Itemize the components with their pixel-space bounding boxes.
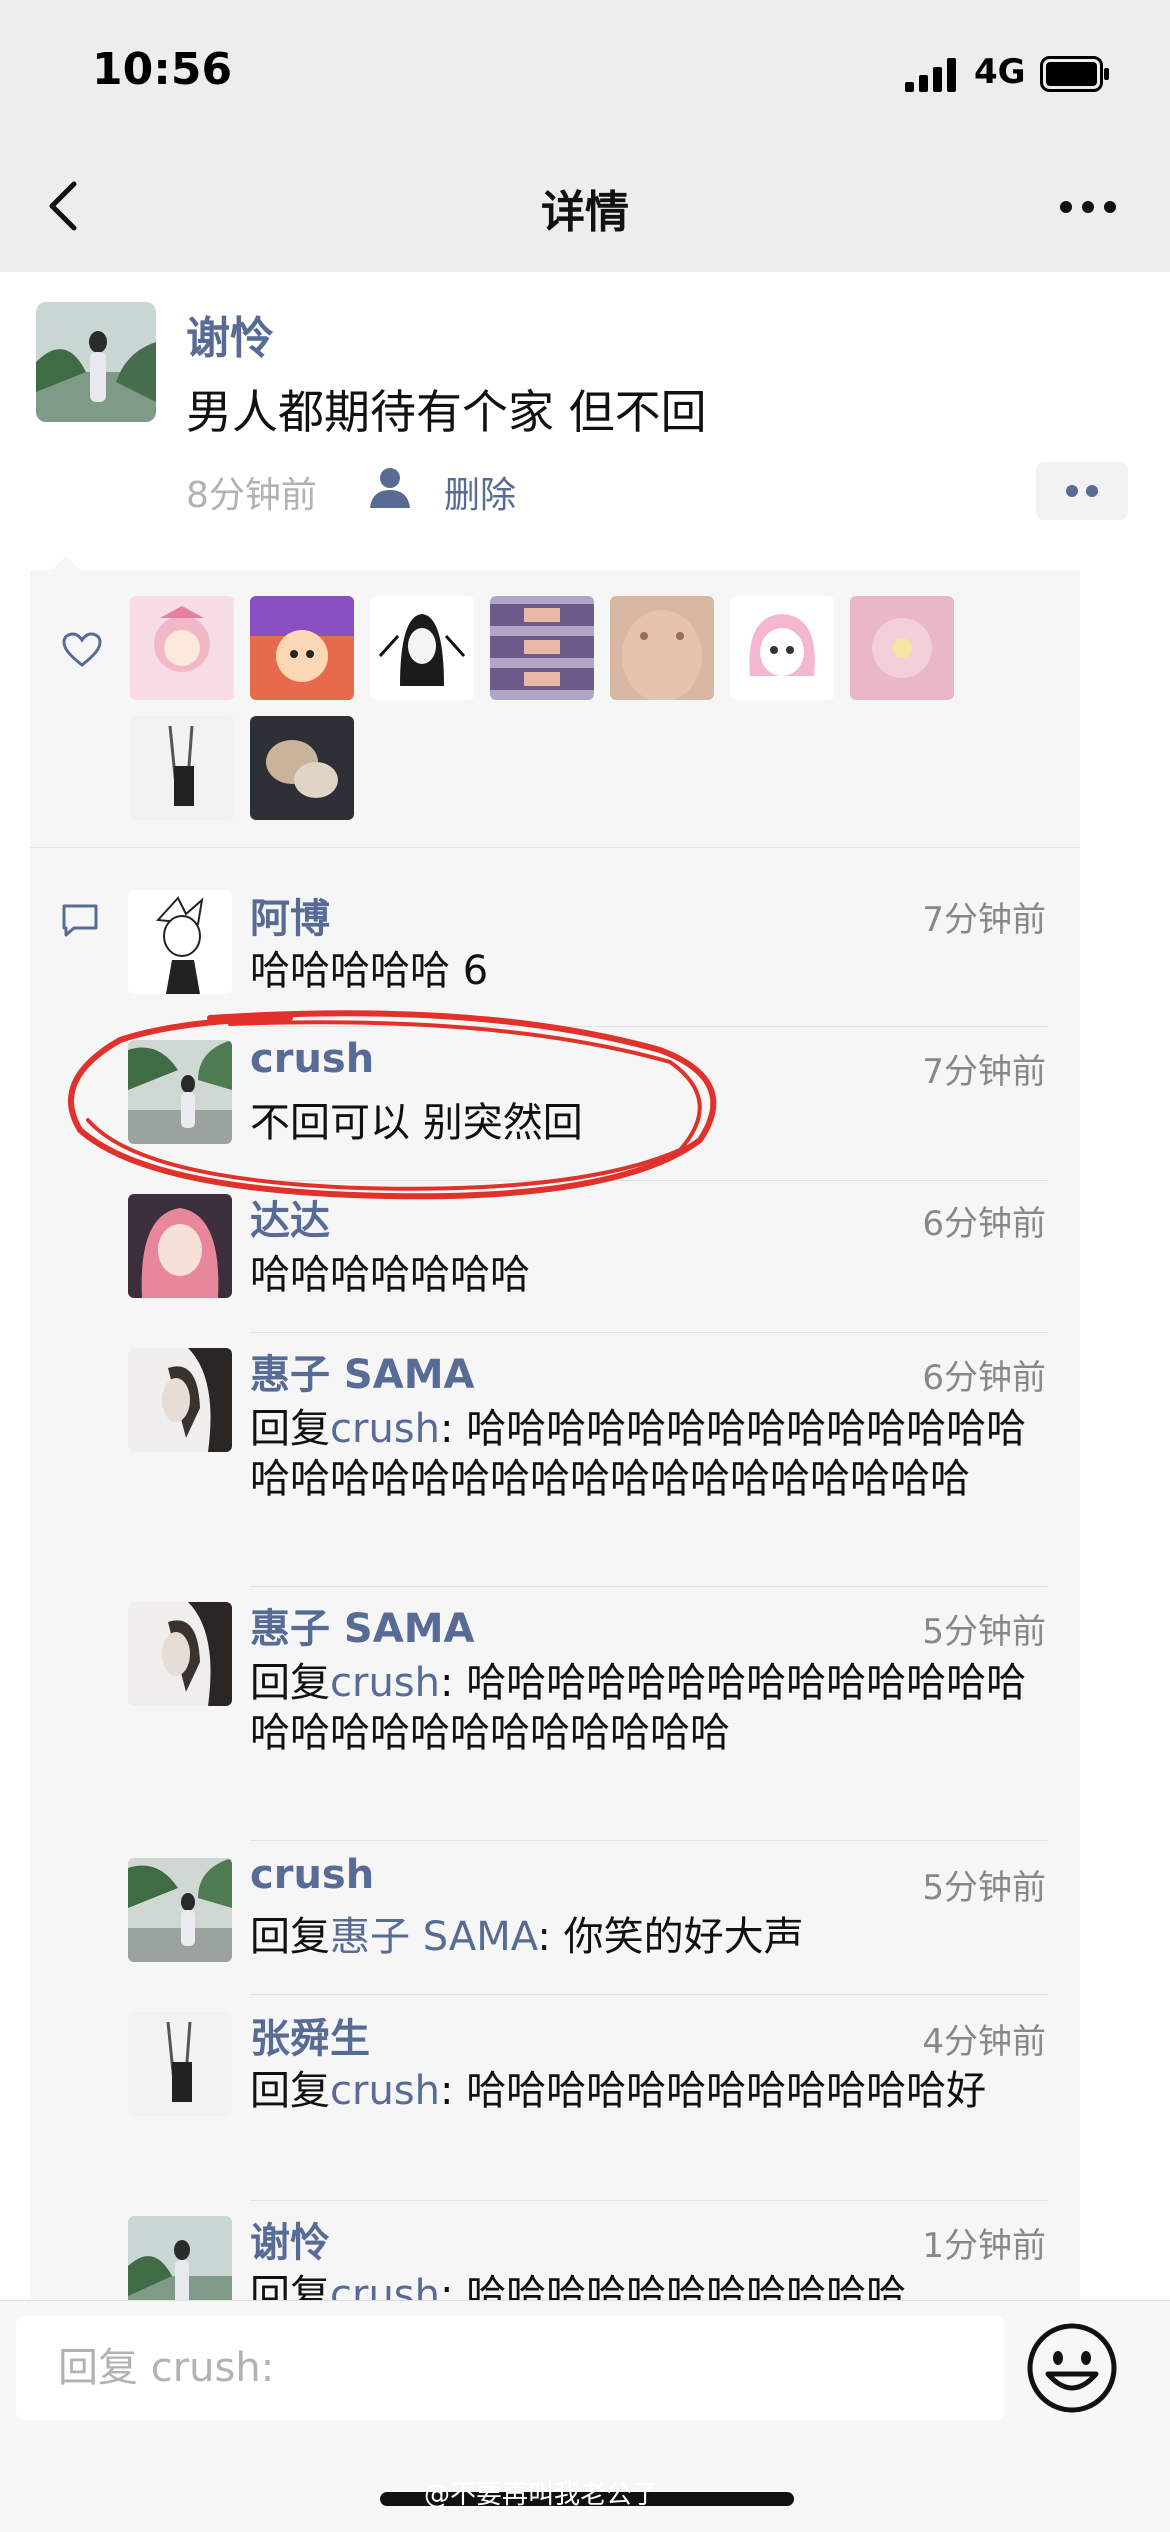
more-options-icon[interactable] — [1058, 195, 1118, 219]
liker-avatar[interactable] — [370, 596, 474, 700]
post-author-name[interactable]: 谢怜 — [186, 302, 274, 366]
signal-icon — [905, 58, 956, 92]
liker-avatar[interactable] — [610, 596, 714, 700]
liker-avatar[interactable] — [850, 596, 954, 700]
comment-text[interactable]: 哈哈哈哈哈 6 — [250, 946, 1050, 996]
commenter-name[interactable]: 阿博 — [250, 886, 330, 944]
comment-text[interactable]: 回复crush: 哈哈哈哈哈哈哈哈哈哈哈哈哈哈哈哈哈哈哈哈哈哈哈哈哈哈 — [250, 1658, 1050, 1758]
commenter-avatar[interactable] — [128, 2012, 232, 2116]
comment-text[interactable]: 回复惠子 SAMA: 你笑的好大声 — [250, 1912, 1050, 1962]
comment-divider — [250, 1840, 1048, 1841]
page-title: 详情 — [541, 187, 629, 238]
commenter-name[interactable]: 惠子 SAMA — [250, 1596, 474, 1654]
liker-avatar[interactable] — [730, 596, 834, 700]
comment-divider — [250, 1994, 1048, 1995]
status-time: 10:56 — [92, 44, 233, 95]
watermark: @不要再叫我老公了 — [424, 2480, 659, 2510]
comment-time: 7分钟前 — [922, 1052, 1046, 1092]
reply-input[interactable]: 回复 crush: — [16, 2316, 1004, 2420]
comment-time: 5分钟前 — [922, 1612, 1046, 1652]
comment-time: 6分钟前 — [922, 1358, 1046, 1398]
comment-time: 4分钟前 — [922, 2022, 1046, 2062]
battery-icon — [1040, 56, 1109, 92]
comment-time: 7分钟前 — [922, 900, 1046, 940]
comment-text[interactable]: 回复crush: 哈哈哈哈哈哈哈哈哈哈哈哈哈哈哈哈哈哈哈哈哈哈哈哈哈哈哈哈哈哈哈… — [250, 1404, 1050, 1504]
comment-divider — [250, 1586, 1048, 1587]
likes-divider — [30, 847, 1080, 848]
visibility-person-icon — [370, 468, 410, 508]
comment-text[interactable]: 哈哈哈哈哈哈哈 — [250, 1250, 1050, 1300]
emoji-icon[interactable] — [1026, 2322, 1118, 2414]
comment-time: 1分钟前 — [922, 2226, 1046, 2266]
liker-avatar[interactable] — [130, 596, 234, 700]
comment-like-menu-button[interactable] — [1036, 462, 1128, 520]
liker-avatar[interactable] — [490, 596, 594, 700]
delete-button[interactable]: 删除 — [444, 466, 516, 518]
network-label: 4G — [974, 52, 1026, 92]
commenter-name[interactable]: 惠子 SAMA — [250, 1342, 474, 1400]
highlight-circle-annotation — [68, 1010, 717, 1200]
post-author-avatar[interactable] — [36, 302, 156, 422]
comment-time: 6分钟前 — [922, 1204, 1046, 1244]
comment-text[interactable]: 回复crush: 哈哈哈哈哈哈哈哈哈哈哈哈好 — [250, 2066, 1050, 2116]
commenter-name[interactable]: 谢怜 — [250, 2210, 330, 2268]
comment-divider — [250, 1332, 1048, 1333]
post-text: 男人都期待有个家 但不回 — [186, 385, 707, 439]
commenter-avatar[interactable] — [128, 1602, 232, 1706]
liker-avatar[interactable] — [250, 716, 354, 820]
liker-avatar[interactable] — [130, 716, 234, 820]
post-time: 8分钟前 — [186, 475, 317, 516]
comment-time: 5分钟前 — [922, 1868, 1046, 1908]
commenter-name[interactable]: crush — [250, 1852, 374, 1898]
liker-avatar[interactable] — [250, 596, 354, 700]
comment-icon — [62, 904, 98, 937]
heart-icon — [62, 632, 102, 667]
commenter-avatar[interactable] — [128, 1194, 232, 1298]
commenter-avatar[interactable] — [128, 890, 232, 994]
commenter-name[interactable]: 张舜生 — [250, 2006, 370, 2064]
nav-header: 10:56 4G 详情 — [0, 0, 1170, 272]
commenter-avatar[interactable] — [128, 1858, 232, 1962]
comment-divider — [250, 2200, 1048, 2201]
commenter-avatar[interactable] — [128, 1348, 232, 1452]
